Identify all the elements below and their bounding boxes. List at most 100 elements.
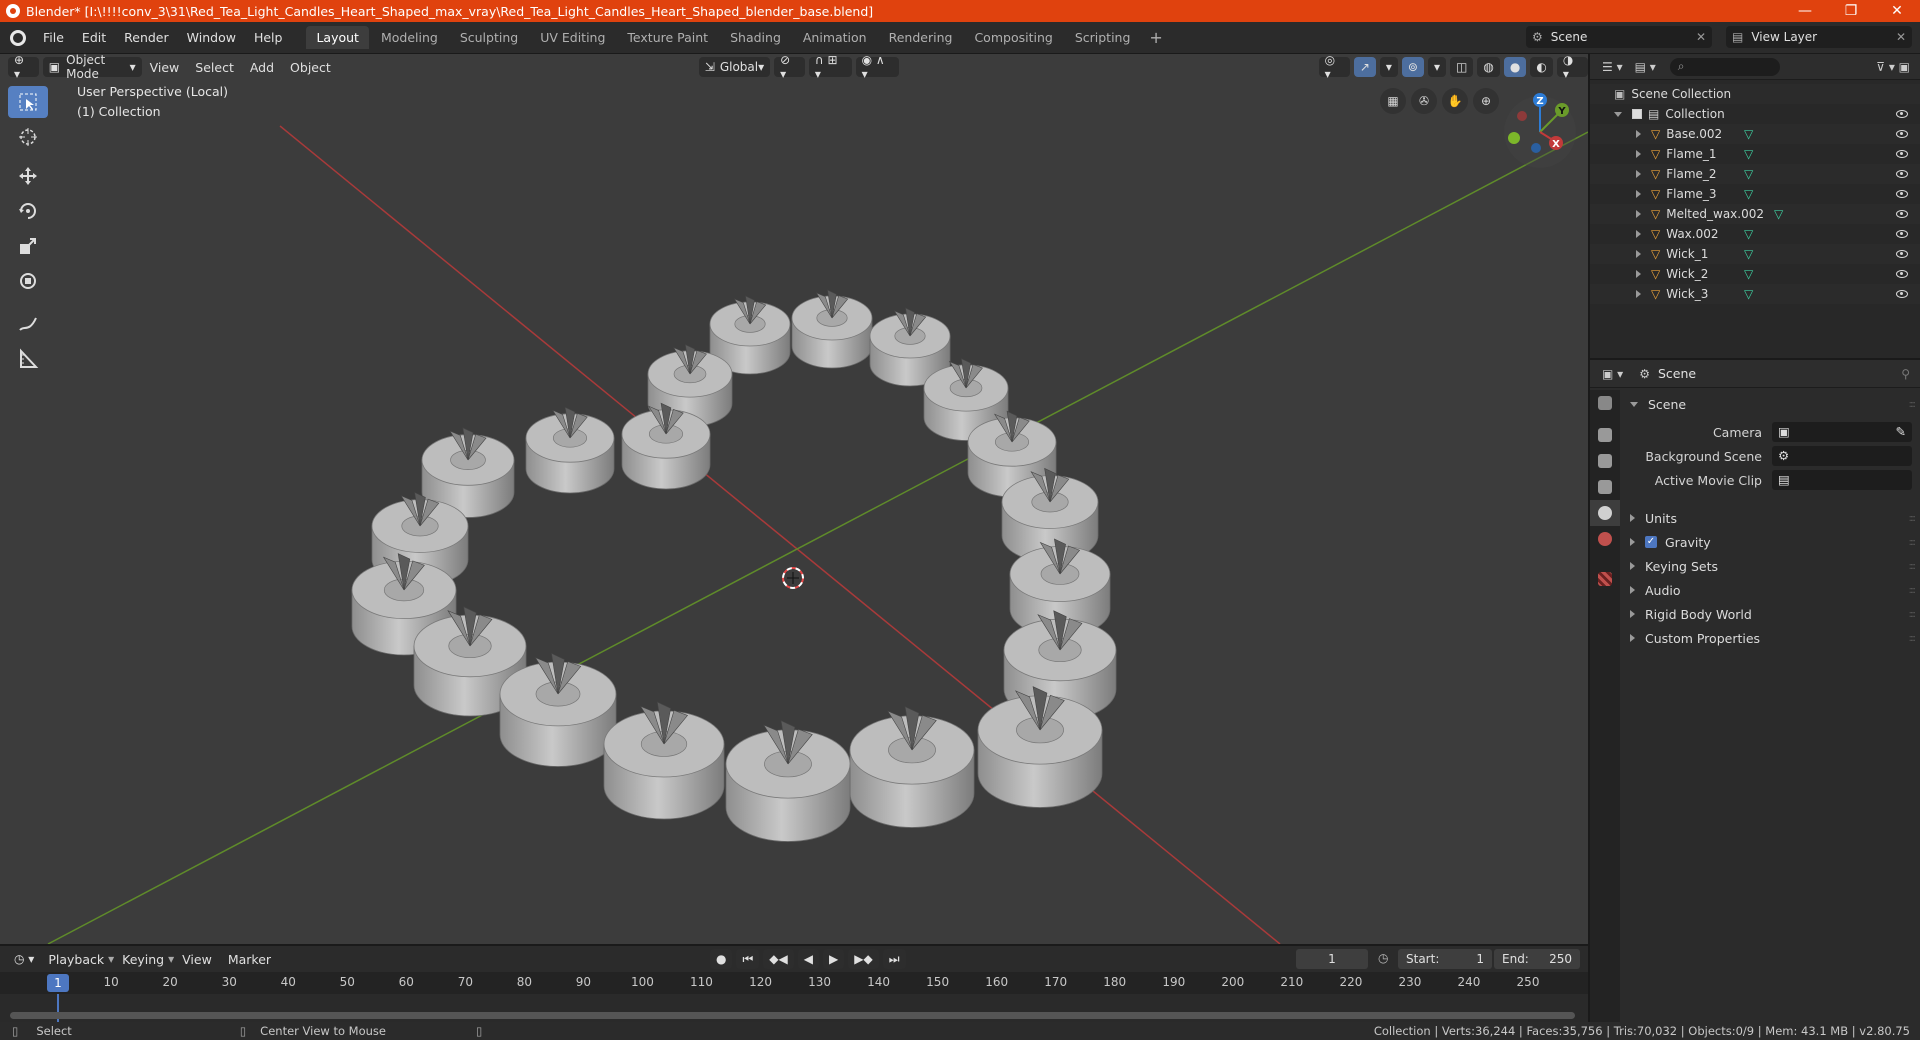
tab-texture-paint[interactable]: Texture Paint [617,26,718,49]
background-scene-field[interactable]: ⚙ [1772,446,1912,466]
tab-render[interactable] [1590,422,1620,448]
properties-editor-type-icon[interactable]: ▣ ▾ [1602,367,1623,381]
expand-arrow-icon[interactable] [1636,270,1641,278]
current-frame-indicator[interactable]: 1 [47,974,69,992]
expand-arrow-icon[interactable] [1636,150,1641,158]
mesh-data-icon[interactable]: ▽ [1744,287,1753,301]
tab-scene[interactable] [1590,500,1620,526]
jump-key-back-button[interactable]: ◆◀ [763,949,794,969]
eye-icon[interactable] [1896,110,1908,118]
tab-texture[interactable] [1590,566,1620,592]
pivot-point-button[interactable]: ⊘ ▾ [774,54,805,81]
transform-tool[interactable] [8,265,48,297]
tab-output[interactable] [1590,448,1620,474]
navigation-gizmo[interactable]: Z Y X [1500,92,1580,172]
pin-icon[interactable]: ⚲ [1901,367,1910,381]
subpanel-audio[interactable]: Audio:::: [1622,578,1920,602]
outliner-row-scene-collection[interactable]: ▣ Scene Collection [1590,84,1920,104]
viewport-menu-select[interactable]: Select [187,60,242,75]
tab-tool[interactable] [1590,390,1620,416]
play-reverse-button[interactable]: ◀ [797,949,819,969]
subpanel-rigid-body-world[interactable]: Rigid Body World:::: [1622,602,1920,626]
blender-logo-icon[interactable] [10,29,26,46]
jump-end-button[interactable]: ⏭ [882,949,906,969]
current-frame-field[interactable]: 1 [1296,949,1368,969]
drag-grip-icon[interactable]: :::: [1909,585,1917,596]
eye-icon[interactable] [1896,270,1908,278]
eye-icon[interactable] [1896,290,1908,298]
subpanel-keying-sets[interactable]: Keying Sets:::: [1622,554,1920,578]
expand-arrow-icon[interactable] [1636,130,1641,138]
scale-tool[interactable] [8,230,48,262]
editor-type-button[interactable]: ⊕ ▾ [8,54,39,81]
move-tool[interactable] [8,160,48,192]
expand-arrow-icon[interactable] [1636,170,1641,178]
mesh-data-icon[interactable]: ▽ [1744,147,1753,161]
camera-view-button[interactable]: ✇ [1411,88,1437,114]
outliner-row-object[interactable]: ▽ Flame_1 ▽ [1590,144,1920,164]
timeline-menu-keying[interactable]: Keying [114,952,172,967]
eyedropper-icon[interactable]: ✎ [1896,424,1906,439]
gravity-checkbox[interactable]: ✓ [1645,536,1657,548]
menu-edit[interactable]: Edit [73,30,115,45]
orientation-dropdown[interactable]: ⇲ Global ▾ [698,57,771,77]
expand-arrow-icon[interactable] [1636,250,1641,258]
viewport-menu-object[interactable]: Object [282,60,339,75]
close-button[interactable]: ✕ [1874,3,1920,19]
start-frame-field[interactable]: Start: 1 [1398,949,1492,969]
timeline-scrollbar[interactable] [10,1012,1575,1019]
tab-animation[interactable]: Animation [793,26,877,49]
tab-layout[interactable]: Layout [306,26,369,49]
display-mode-icon[interactable]: ▤ ▾ [1635,60,1656,74]
annotate-tool[interactable] [8,308,48,340]
end-frame-field[interactable]: End: 250 [1494,949,1580,969]
checkbox-icon[interactable] [1632,109,1642,119]
minimize-button[interactable]: — [1782,3,1828,19]
timeline-menu-playback[interactable]: Playback [40,952,112,967]
menu-file[interactable]: File [34,30,73,45]
eye-icon[interactable] [1896,130,1908,138]
overlay-toggle[interactable]: ⊚ [1401,57,1424,77]
eye-icon[interactable] [1896,210,1908,218]
tab-sculpting[interactable]: Sculpting [450,26,528,49]
outliner-row-object[interactable]: ▽ Flame_2 ▽ [1590,164,1920,184]
xray-toggle[interactable]: ◫ [1450,57,1474,77]
gizmo-toggle[interactable]: ↗ [1353,57,1376,77]
cursor-tool[interactable] [8,121,48,153]
outliner-row-object[interactable]: ▽ Melted_wax.002 ▽ [1590,204,1920,224]
3d-viewport[interactable]: ⊕ ▾ ▣ Object Mode ▾ View Select Add Obje… [0,54,1588,944]
view-layer-selector[interactable]: ▤ View Layer ✕ [1726,26,1912,48]
eye-icon[interactable] [1896,190,1908,198]
subpanel-gravity[interactable]: ✓ Gravity:::: [1622,530,1920,554]
menu-help[interactable]: Help [245,30,292,45]
mesh-data-icon[interactable]: ▽ [1744,267,1753,281]
timeline-ruler[interactable]: 1 10 20 30 40 50 60 70 80 90 100 110 120 130 140 150 16… [0,972,1588,994]
mesh-data-icon[interactable]: ▽ [1744,247,1753,261]
measure-tool[interactable] [8,343,48,375]
outliner-search-input[interactable]: ⌕ [1669,57,1780,76]
select-box-tool[interactable] [8,86,48,118]
play-button[interactable]: ▶ [823,949,845,969]
subpanel-units[interactable]: Units:::: [1622,506,1920,530]
drag-grip-icon[interactable]: :::: [1909,609,1917,620]
visibility-button[interactable]: ◎ ▾ [1318,54,1350,81]
viewport-menu-add[interactable]: Add [242,60,282,75]
tab-view-layer[interactable] [1590,474,1620,500]
menu-render[interactable]: Render [115,30,178,45]
toggle-camera-grid-button[interactable]: ▦ [1380,88,1406,114]
scene-selector[interactable]: ⚙ Scene ✕ [1526,26,1712,48]
expand-arrow-icon[interactable] [1636,210,1641,218]
outliner-editor-type-icon[interactable]: ☰ ▾ [1602,60,1623,74]
subpanel-custom-properties[interactable]: Custom Properties:::: [1622,626,1920,650]
tab-scripting[interactable]: Scripting [1065,26,1141,49]
outliner-row-object[interactable]: ▽ Base.002 ▽ [1590,124,1920,144]
shading-wireframe[interactable]: ◍ [1477,57,1500,77]
drag-grip-icon[interactable]: :::: [1909,633,1917,644]
tab-shading[interactable]: Shading [720,26,791,49]
use-preview-range-icon[interactable]: ◷ [1378,951,1388,965]
expand-arrow-icon[interactable] [1636,190,1641,198]
outliner-row-object[interactable]: ▽ Flame_3 ▽ [1590,184,1920,204]
mode-dropdown[interactable]: ▣ Object Mode ▾ [42,54,142,81]
tab-compositing[interactable]: Compositing [964,26,1062,49]
tab-modeling[interactable]: Modeling [371,26,448,49]
